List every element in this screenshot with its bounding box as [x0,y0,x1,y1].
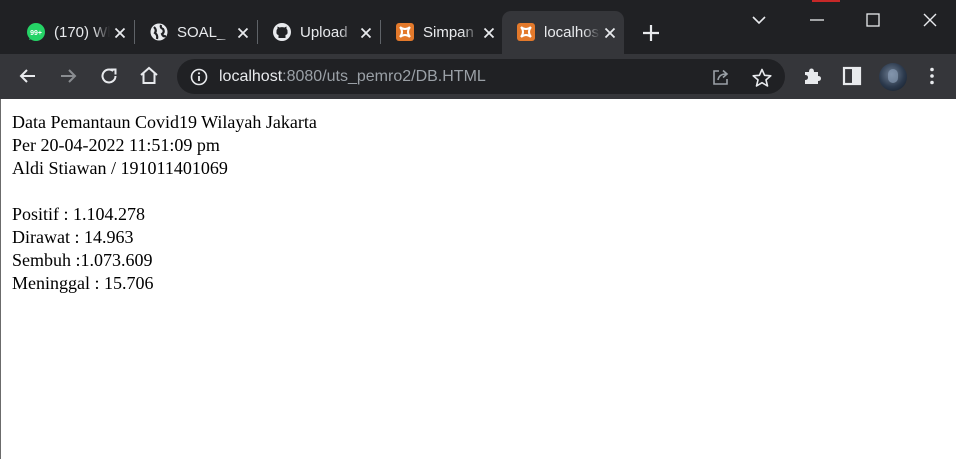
tab-strip: 99+ (170) WhatsApp SOAL_ [0,0,956,54]
page-title: Data Pemantaun Covid19 Wilayah Jakarta [12,112,317,132]
xampp-icon [517,23,535,41]
minimize-icon[interactable] [805,8,829,32]
github-icon [273,23,291,41]
menu-kebab-icon[interactable] [920,64,944,88]
close-icon[interactable] [481,25,497,41]
tab-localhost-active[interactable]: localhost [502,11,624,54]
stat-meninggal: Meninggal : 15.706 [12,273,154,293]
browser-window: 99+ (170) WhatsApp SOAL_ [0,0,956,459]
maximize-icon[interactable] [861,8,885,32]
stat-dirawat: Dirawat : 14.963 [12,227,134,247]
page-content: Data Pemantaun Covid19 Wilayah Jakarta P… [12,111,317,295]
browser-toolbar: localhost:8080/uts_pemro2/DB.HTML [0,54,956,99]
xampp-icon [396,23,414,41]
side-panel-icon[interactable] [840,64,864,88]
close-window-icon[interactable] [918,8,942,32]
window-accent [812,0,840,2]
chevron-down-icon[interactable] [747,8,771,32]
tab-title: (170) WhatsApp [54,24,110,41]
close-icon[interactable] [235,25,251,41]
tab-title: Simpan [423,24,474,41]
share-icon[interactable] [710,67,732,87]
report-date: Per 20-04-2022 11:51:09 pm [12,135,220,155]
info-icon[interactable] [189,67,209,87]
tab-title: SOAL_ [177,24,226,41]
globe-icon [150,23,168,41]
stat-sembuh: Sembuh :1.073.609 [12,250,153,270]
reload-icon[interactable] [97,64,121,88]
address-bar[interactable]: localhost:8080/uts_pemro2/DB.HTML [177,59,785,94]
close-icon[interactable] [602,25,618,41]
profile-avatar[interactable] [879,63,907,91]
page-viewport: Data Pemantaun Covid19 Wilayah Jakarta P… [0,99,956,459]
tab-soal[interactable]: SOAL_ [135,11,257,54]
bookmark-star-icon[interactable] [751,67,773,89]
url-text[interactable]: localhost:8080/uts_pemro2/DB.HTML [219,67,486,86]
url-path: :8080/uts_pemro2/DB.HTML [282,68,486,85]
tab-whatsapp[interactable]: 99+ (170) WhatsApp [12,11,134,54]
close-icon[interactable] [112,25,128,41]
tab-github-upload[interactable]: Upload [258,11,380,54]
author-line: Aldi Stiawan / 191011401069 [12,158,228,178]
tab-title: Upload [300,24,348,41]
stat-positif: Positif : 1.104.278 [12,204,146,224]
extensions-puzzle-icon[interactable] [800,64,824,88]
url-host: localhost [219,68,283,85]
back-arrow-icon[interactable] [16,64,40,88]
forward-arrow-icon[interactable] [56,64,80,88]
tab-title: localhost [544,24,600,41]
tab-simpan[interactable]: Simpan [381,11,503,54]
close-icon[interactable] [358,25,374,41]
home-icon[interactable] [137,64,161,88]
whatsapp-icon: 99+ [27,23,45,41]
new-tab-plus-icon[interactable] [638,20,664,46]
tab-badge: 99+ [30,30,42,37]
